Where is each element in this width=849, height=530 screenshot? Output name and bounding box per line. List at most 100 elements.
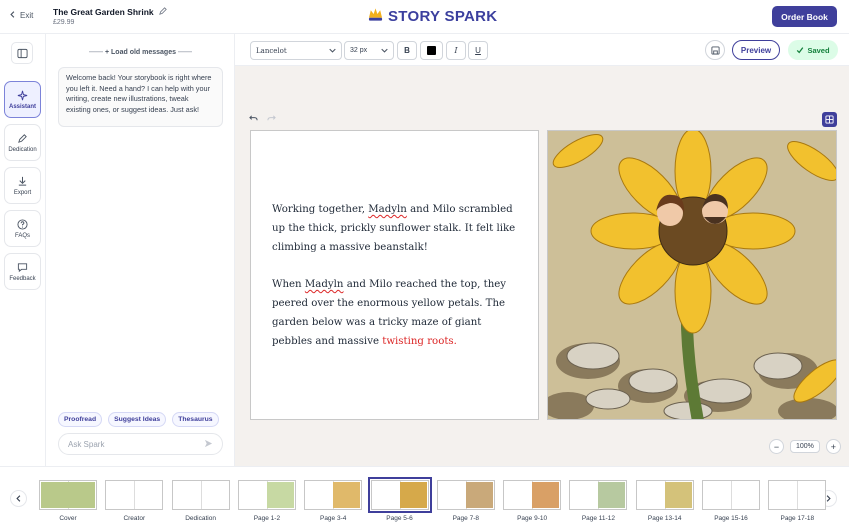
misspelled-word[interactable]: Madyln bbox=[305, 279, 344, 290]
rail-item-assistant[interactable]: Assistant bbox=[4, 81, 41, 118]
thumbnail-label: Page 17-18 bbox=[780, 515, 815, 522]
format-toolbar: Lancelot 32 px B I U Preview Saved bbox=[235, 34, 849, 66]
saved-label: Saved bbox=[807, 45, 830, 55]
chevron-left-icon bbox=[16, 495, 21, 502]
chip-suggest-ideas[interactable]: Suggest Ideas bbox=[108, 412, 167, 427]
pencil-icon bbox=[18, 133, 27, 143]
story-paragraph: When Madyln and Milo reached the top, th… bbox=[272, 275, 522, 351]
save-draft-button[interactable] bbox=[705, 40, 725, 60]
thumbnail-label: Dedication bbox=[185, 515, 216, 522]
logo-crown-icon bbox=[368, 7, 383, 26]
rail-item-faqs[interactable]: FAQs bbox=[4, 210, 41, 247]
font-family-select[interactable]: Lancelot bbox=[250, 41, 342, 60]
rail-item-export[interactable]: Export bbox=[4, 167, 41, 204]
rail-item-label: Assistant bbox=[8, 103, 36, 110]
rail-item-label: Feedback bbox=[9, 275, 36, 282]
thumbnail-page-3-4[interactable] bbox=[304, 480, 363, 510]
zoom-level: 100% bbox=[790, 440, 820, 453]
book-title-text: The Great Garden Shrink bbox=[53, 7, 154, 17]
font-size-select[interactable]: 32 px bbox=[344, 41, 394, 60]
editor-canvas: Working together, Madyln and Milo scramb… bbox=[235, 66, 849, 466]
thumbnail-page-7-8[interactable] bbox=[436, 480, 495, 510]
undo-icon[interactable] bbox=[249, 114, 258, 125]
highlighted-text[interactable]: twisting roots. bbox=[382, 336, 457, 347]
history-controls bbox=[249, 114, 276, 125]
thumbnail-label: Page 1-2 bbox=[253, 515, 281, 522]
thumbnail-page-9-10[interactable] bbox=[503, 480, 562, 510]
font-size-value: 32 px bbox=[350, 47, 368, 54]
book-title: The Great Garden Shrink bbox=[53, 7, 167, 17]
order-book-button[interactable]: Order Book bbox=[772, 6, 837, 27]
layout-toggle-button[interactable] bbox=[822, 112, 837, 127]
panel-icon bbox=[16, 48, 28, 58]
exit-button[interactable]: Exit bbox=[9, 11, 33, 20]
text-color-button[interactable] bbox=[420, 41, 443, 60]
sidebar-toggle-button[interactable] bbox=[11, 42, 33, 64]
page-fold bbox=[731, 481, 732, 509]
chip-proofread[interactable]: Proofread bbox=[58, 412, 103, 427]
thumbnail-creator[interactable] bbox=[105, 480, 164, 510]
load-old-messages-link[interactable]: —— + Load old messages —— bbox=[46, 49, 235, 56]
italic-button[interactable]: I bbox=[446, 41, 466, 60]
thumbnail-label: Page 11-12 bbox=[581, 515, 615, 522]
load-old-label: + Load old messages bbox=[105, 49, 176, 56]
thumbnail-art bbox=[664, 482, 692, 508]
grid-icon bbox=[825, 115, 834, 124]
divider-line: —— bbox=[177, 49, 192, 56]
rail-item-feedback[interactable]: Feedback bbox=[4, 253, 41, 290]
thumbnail-label: Creator bbox=[123, 515, 146, 522]
redo-icon[interactable] bbox=[267, 114, 276, 125]
thumbnail-page-15-16[interactable] bbox=[702, 480, 760, 510]
thumbnail-page-11-12[interactable] bbox=[569, 480, 628, 510]
app-header: Exit The Great Garden Shrink £29.99 STOR… bbox=[0, 0, 849, 34]
rail-item-label: Export bbox=[13, 189, 32, 196]
ask-spark-input[interactable]: Ask Spark bbox=[58, 433, 223, 455]
thumbnail-label: Page 3-4 bbox=[319, 515, 347, 522]
chip-thesaurus[interactable]: Thesaurus bbox=[172, 412, 219, 427]
underline-button[interactable]: U bbox=[468, 41, 488, 60]
zoom-out-button[interactable]: − bbox=[769, 439, 784, 454]
bold-button[interactable]: B bbox=[397, 41, 417, 60]
thumbnail-label: Page 15-16 bbox=[714, 515, 748, 522]
thumbnail-label: Page 9-10 bbox=[517, 515, 548, 522]
download-icon bbox=[18, 176, 27, 186]
thumbnail-page-5-6[interactable] bbox=[367, 477, 432, 513]
misspelled-word[interactable]: Madyln bbox=[368, 204, 407, 215]
rail-item-label: Dedication bbox=[8, 146, 37, 153]
send-icon[interactable] bbox=[204, 439, 213, 450]
filmstrip-prev-button[interactable] bbox=[10, 490, 27, 507]
page-filmstrip: Cover Creator Dedication Page 1-2 Page 3-4 Pa… bbox=[0, 466, 849, 530]
text-run: When bbox=[272, 279, 305, 290]
save-icon bbox=[710, 45, 720, 55]
story-text[interactable]: Working together, Madyln and Milo scramb… bbox=[272, 200, 522, 351]
chevron-down-icon bbox=[381, 48, 388, 53]
color-swatch bbox=[427, 46, 436, 55]
font-family-value: Lancelot bbox=[256, 46, 287, 55]
thumbnail-art bbox=[399, 482, 427, 508]
thumbnail-page-17-18[interactable] bbox=[768, 480, 827, 510]
saved-status-badge: Saved bbox=[788, 40, 838, 60]
assistant-panel: —— + Load old messages —— Welcome back! … bbox=[46, 34, 235, 466]
thumbnail-label: Cover bbox=[59, 515, 77, 522]
left-text-page[interactable]: Working together, Madyln and Milo scramb… bbox=[250, 130, 539, 420]
story-spark-logo: STORY SPARK bbox=[368, 7, 497, 26]
right-illustration-page[interactable] bbox=[547, 130, 837, 420]
thumbnail-page-1-2[interactable] bbox=[237, 480, 296, 510]
chevron-down-icon bbox=[329, 48, 336, 53]
text-run: Working together, bbox=[272, 204, 369, 215]
preview-button[interactable]: Preview bbox=[732, 40, 780, 60]
check-icon bbox=[797, 47, 804, 54]
zoom-in-button[interactable]: + bbox=[825, 439, 841, 454]
page-fold bbox=[797, 481, 799, 509]
thumbnail-cover[interactable] bbox=[39, 480, 97, 510]
chat-icon bbox=[17, 262, 28, 272]
thumbnail-page-13-14[interactable] bbox=[635, 480, 694, 510]
sunflower-illustration bbox=[548, 131, 836, 419]
rail-item-dedication[interactable]: Dedication bbox=[4, 124, 41, 161]
exit-label: Exit bbox=[20, 11, 34, 20]
thumbnail-label: Page 7-8 bbox=[452, 515, 479, 522]
thumbnail-dedication[interactable] bbox=[171, 480, 230, 510]
thumbnail-art bbox=[532, 482, 560, 508]
thumbnail-label: Page 13-14 bbox=[647, 515, 682, 522]
edit-title-icon[interactable] bbox=[158, 7, 167, 17]
